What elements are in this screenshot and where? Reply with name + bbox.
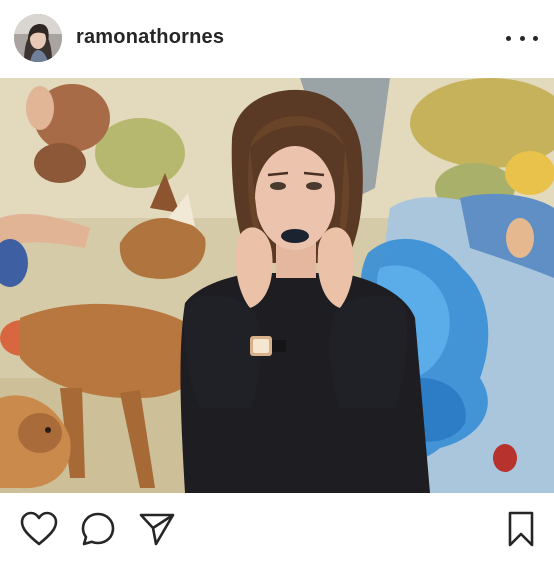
post-actions [0, 493, 554, 567]
bookmark-icon[interactable] [506, 510, 536, 548]
paper-plane-icon[interactable] [138, 511, 176, 547]
more-dot [519, 35, 525, 41]
post-photo-illustration [0, 78, 554, 493]
username[interactable]: ramonathornes [76, 26, 224, 49]
more-options-icon[interactable] [506, 28, 538, 48]
more-dot [506, 35, 511, 41]
post-image[interactable] [0, 78, 554, 493]
heart-icon[interactable] [20, 511, 58, 547]
avatar[interactable] [14, 14, 62, 62]
more-dot [533, 35, 538, 41]
post-header: ramonathornes [0, 0, 554, 78]
comment-bubble-icon[interactable] [80, 511, 116, 547]
avatar-image [14, 14, 62, 62]
